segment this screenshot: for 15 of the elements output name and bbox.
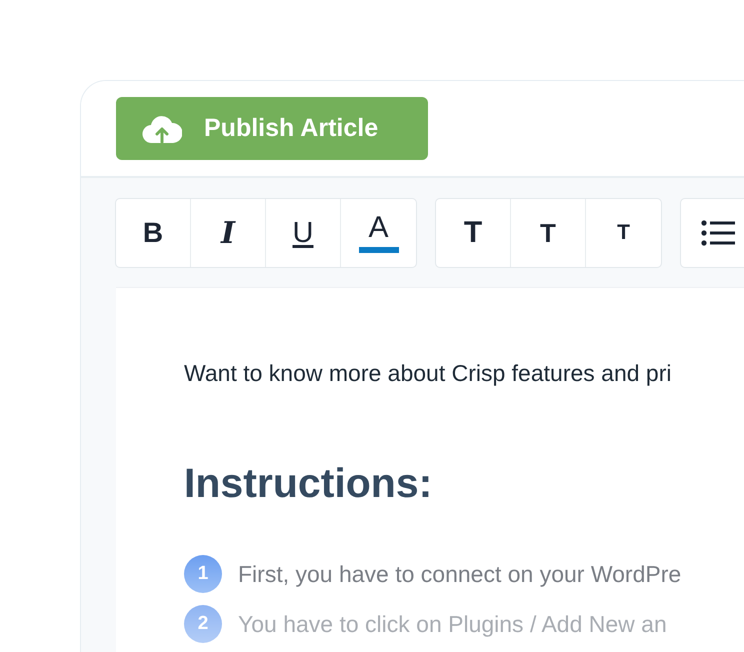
- bold-button[interactable]: B: [116, 199, 191, 267]
- heading: Instructions:: [184, 460, 434, 507]
- list-icon: [701, 220, 735, 246]
- step-text: First, you have to connect on your WordPre: [238, 560, 682, 588]
- cloud-upload-icon: [142, 114, 182, 144]
- size-medium-button[interactable]: T: [511, 199, 586, 267]
- step-text: You have to click on Plugins / Add New an: [238, 610, 667, 638]
- underline-button[interactable]: U: [266, 199, 341, 267]
- size-small-button[interactable]: T: [586, 199, 661, 267]
- italic-button[interactable]: I: [191, 199, 266, 267]
- intro-text: Want to know more about Crisp features and pri: [184, 360, 672, 388]
- color-button[interactable]: A: [341, 199, 416, 267]
- size-large-button[interactable]: T: [436, 199, 511, 267]
- step-number: 2: [184, 605, 222, 643]
- step-number: 1: [184, 555, 222, 593]
